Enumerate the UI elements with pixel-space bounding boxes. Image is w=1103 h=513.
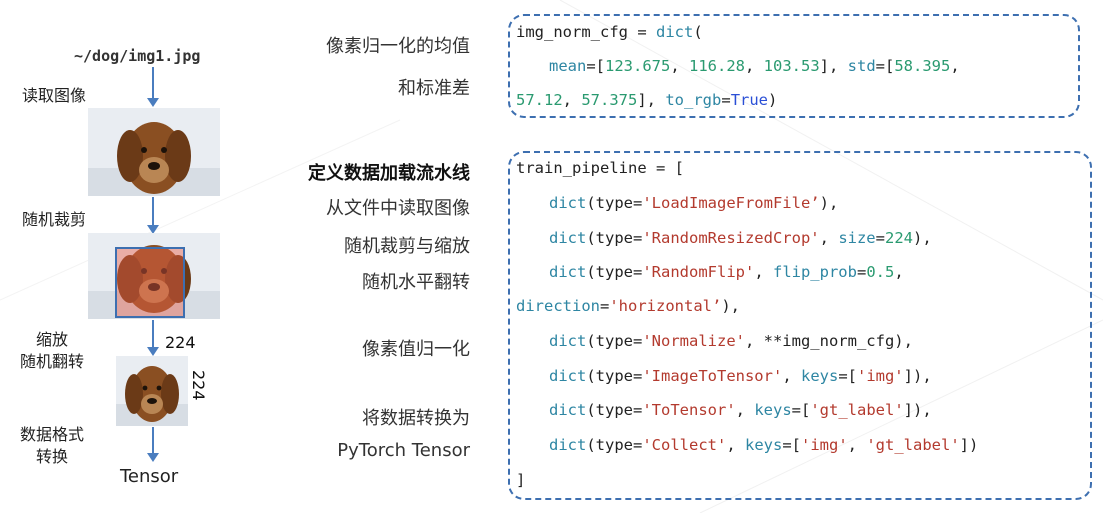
- format-label-1: 数据格式: [20, 425, 85, 444]
- code2-flip: dict(type='RandomFlip', flip_prob=0.5,: [549, 263, 904, 281]
- crop-region: [115, 247, 185, 318]
- width-label: 224: [165, 333, 196, 352]
- step-random-crop: 随机裁剪: [22, 210, 87, 229]
- note-convert-2: PyTorch Tensor: [337, 440, 470, 461]
- code2-flip-cont: direction='horizontal’),: [516, 297, 740, 315]
- arrow-3: [147, 320, 159, 356]
- format-label-2: 转换: [36, 447, 69, 466]
- height-label: 224: [189, 370, 208, 401]
- arrow-2: [147, 197, 159, 234]
- code2-collect: dict(type='Collect', keys=['img', 'gt_la…: [549, 436, 979, 454]
- code2-crop: dict(type='RandomResizedCrop', size=224)…: [549, 229, 932, 247]
- code2-load: dict(type='LoadImageFromFile’),: [549, 194, 839, 212]
- flip-label: 随机翻转: [20, 352, 85, 371]
- note-load: 从文件中读取图像: [326, 198, 470, 219]
- step-format-convert: 数据格式 转换: [20, 424, 84, 468]
- code1-line-2: mean=[123.675, 116.28, 103.53], std=[58.…: [549, 57, 970, 75]
- code2-head: train_pipeline = [: [516, 159, 684, 177]
- code1-line-1: img_norm_cfg = dict(: [516, 23, 703, 41]
- code2-foot: ]: [516, 471, 526, 489]
- dog-photo-cropped: [88, 233, 220, 319]
- note-normalize: 像素值归一化: [362, 339, 470, 360]
- output-tensor-label: Tensor: [120, 466, 179, 487]
- note-norm-2: 和标准差: [398, 78, 470, 99]
- dog-photo-resized: [116, 356, 188, 426]
- step-resize-flip: 缩放 随机翻转: [20, 329, 84, 373]
- note-norm-1: 像素归一化的均值: [326, 36, 470, 57]
- step-read-image: 读取图像: [22, 86, 87, 105]
- note-flip: 随机水平翻转: [362, 272, 470, 293]
- code2-to-tensor: dict(type='ToTensor', keys=['gt_label'])…: [549, 401, 932, 419]
- note-convert-1: 将数据转换为: [362, 408, 470, 429]
- file-path: ~/dog/img1.jpg: [74, 47, 201, 65]
- resize-label: 缩放: [36, 330, 69, 349]
- note-pipeline-title: 定义数据加载流水线: [308, 163, 470, 184]
- arrow-1: [147, 67, 159, 107]
- note-crop: 随机裁剪与缩放: [344, 236, 470, 257]
- code1-line-3: 57.12, 57.375], to_rgb=True): [516, 91, 778, 109]
- dog-photo-original: [88, 108, 220, 196]
- code2-normalize: dict(type='Normalize', **img_norm_cfg),: [549, 332, 913, 350]
- code2-image-to-tensor: dict(type='ImageToTensor', keys=['img'])…: [549, 367, 932, 385]
- arrow-4: [147, 427, 159, 462]
